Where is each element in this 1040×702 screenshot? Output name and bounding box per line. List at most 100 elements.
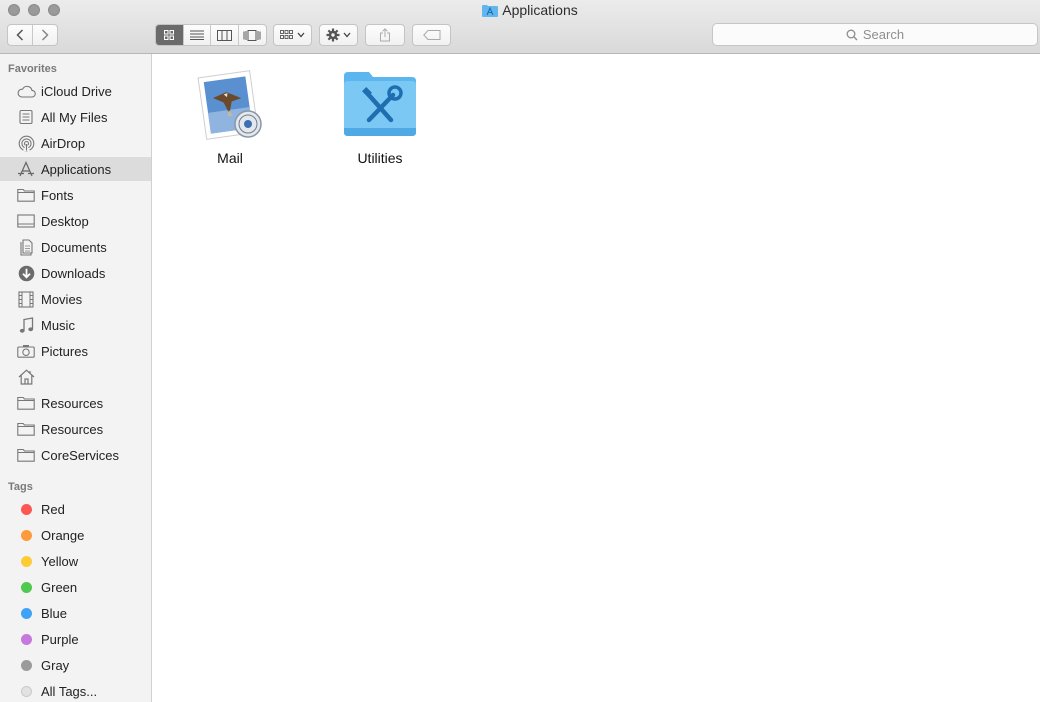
action-button[interactable] — [319, 24, 358, 46]
tag-color-dot — [16, 682, 36, 700]
sidebar-item-label: CoreServices — [41, 447, 120, 463]
folder-icon — [16, 420, 36, 438]
sidebar-item-resources[interactable]: Resources — [0, 391, 151, 415]
sidebar-item-label: Orange — [41, 527, 85, 543]
airdrop-icon — [16, 134, 36, 152]
sidebar-item-label: All Tags... — [41, 683, 98, 699]
column-view-button[interactable] — [211, 25, 239, 45]
sidebar-item-home[interactable] — [0, 365, 151, 389]
tag-color-dot — [16, 630, 36, 648]
sidebar-tag-gray[interactable]: Gray — [0, 653, 151, 677]
file-item-utilities[interactable]: Utilities — [330, 66, 430, 166]
sidebar-item-label: Resources — [41, 395, 104, 411]
folder-icon — [16, 394, 36, 412]
sidebar-item-label: Desktop — [41, 213, 89, 229]
sidebar-item-label: All My Files — [41, 109, 108, 125]
folder-icon — [16, 446, 36, 464]
tag-icon — [422, 30, 440, 40]
cover-flow-icon — [243, 29, 261, 41]
favorites-header: Favorites — [8, 63, 57, 75]
search-placeholder: Search — [862, 27, 905, 42]
sidebar-tag-purple[interactable]: Purple — [0, 627, 151, 651]
edit-tags-button[interactable] — [412, 24, 451, 46]
sidebar-item-label: Green — [41, 579, 78, 595]
tag-color-dot — [16, 578, 36, 596]
sidebar: Favorites iCloud Drive All My Files AirD… — [0, 54, 152, 702]
sidebar-item-airdrop[interactable]: AirDrop — [0, 131, 151, 155]
folder-icon — [16, 186, 36, 204]
sidebar-item-desktop[interactable]: Desktop — [0, 209, 151, 233]
sidebar-item-applications[interactable]: Applications — [0, 157, 151, 181]
chevron-down-icon — [297, 32, 305, 38]
tag-color-dot — [16, 552, 36, 570]
sidebar-tag-yellow[interactable]: Yellow — [0, 549, 151, 573]
chevron-right-icon — [41, 29, 49, 41]
icon-view-button[interactable] — [156, 25, 184, 45]
sidebar-tag-green[interactable]: Green — [0, 575, 151, 599]
sidebar-item-label: Pictures — [41, 343, 88, 359]
sidebar-item-coreservices[interactable]: CoreServices — [0, 443, 151, 467]
sidebar-item-all-my-files[interactable]: All My Files — [0, 105, 151, 129]
list-view-button[interactable] — [184, 25, 211, 45]
sidebar-item-label: Purple — [41, 631, 79, 647]
sidebar-tag-red[interactable]: Red — [0, 497, 151, 521]
sidebar-tag-blue[interactable]: Blue — [0, 601, 151, 625]
sidebar-all-tags[interactable]: All Tags... — [0, 679, 151, 702]
sidebar-item-resources-2[interactable]: Resources — [0, 417, 151, 441]
list-view-icon — [189, 30, 204, 40]
mail-app-icon — [197, 70, 262, 140]
applications-icon — [16, 160, 36, 178]
desktop-icon — [16, 212, 36, 230]
sidebar-item-label: Resources — [41, 421, 104, 437]
tag-color-dot — [16, 526, 36, 544]
file-name: Utilities — [357, 150, 403, 166]
sidebar-item-label: Gray — [41, 657, 70, 673]
file-name: Mail — [217, 150, 243, 166]
arrange-button[interactable] — [273, 24, 312, 46]
sidebar-item-label: Documents — [41, 239, 107, 255]
sidebar-item-fonts[interactable]: Fonts — [0, 183, 151, 207]
utilities-folder-icon — [344, 72, 416, 136]
forward-button[interactable] — [33, 25, 57, 45]
music-icon — [16, 316, 36, 334]
sidebar-item-label: Red — [41, 501, 65, 517]
sidebar-item-label: Applications — [41, 161, 112, 177]
gear-icon — [326, 28, 340, 42]
cover-flow-view-button[interactable] — [239, 25, 266, 45]
applications-folder-icon — [482, 4, 499, 17]
sidebar-item-label: iCloud Drive — [41, 83, 112, 99]
sidebar-tag-orange[interactable]: Orange — [0, 523, 151, 547]
tag-color-dot — [16, 656, 36, 674]
toolbar: Applications Search — [0, 0, 1040, 54]
window-title: Applications — [0, 2, 1040, 18]
sidebar-item-label: Fonts — [41, 187, 74, 203]
camera-icon — [16, 342, 36, 360]
sidebar-item-movies[interactable]: Movies — [0, 287, 151, 311]
sidebar-item-documents[interactable]: Documents — [0, 235, 151, 259]
icon-view-icon — [164, 30, 175, 40]
chevron-down-icon — [343, 32, 351, 38]
tag-color-dot — [16, 500, 36, 518]
sidebar-item-downloads[interactable]: Downloads — [0, 261, 151, 285]
back-button[interactable] — [8, 25, 33, 45]
file-item-mail[interactable]: Mail — [180, 66, 280, 166]
navigation-buttons — [7, 24, 58, 46]
documents-icon — [16, 238, 36, 256]
sidebar-item-label: Music — [41, 317, 75, 333]
file-browser-pane: Mail Utilities — [152, 54, 1040, 702]
column-view-icon — [216, 29, 232, 41]
sidebar-item-pictures[interactable]: Pictures — [0, 339, 151, 363]
tags-header: Tags — [8, 481, 33, 493]
sidebar-item-label: Yellow — [41, 553, 79, 569]
sidebar-item-label: Downloads — [41, 265, 106, 281]
chevron-left-icon — [16, 29, 23, 41]
sidebar-item-label: AirDrop — [41, 135, 86, 151]
tag-color-dot — [16, 604, 36, 622]
sidebar-item-icloud-drive[interactable]: iCloud Drive — [0, 79, 151, 103]
search-input[interactable]: Search — [712, 23, 1038, 46]
sidebar-item-label: Movies — [41, 291, 83, 307]
share-icon — [380, 28, 390, 42]
sidebar-item-music[interactable]: Music — [0, 313, 151, 337]
movies-icon — [16, 290, 36, 308]
share-button[interactable] — [365, 24, 405, 46]
